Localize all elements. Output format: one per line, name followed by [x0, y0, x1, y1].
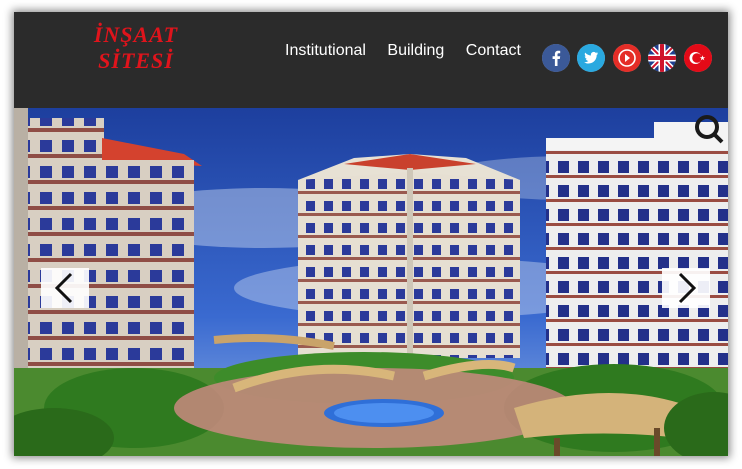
search-icon[interactable]	[694, 114, 724, 144]
chevron-right-icon	[678, 272, 697, 304]
logo-line-2: SİTESİ	[98, 48, 174, 73]
slider-prev-button[interactable]	[41, 268, 89, 308]
facebook-icon[interactable]	[542, 44, 570, 72]
youtube-icon[interactable]	[612, 44, 641, 72]
nav-contact[interactable]: Contact	[466, 42, 521, 59]
site-logo[interactable]: İNŞAAT SİTESİ	[86, 22, 186, 74]
site-header: İNŞAAT SİTESİ Institutional Building Con…	[14, 12, 728, 108]
page-frame: İNŞAAT SİTESİ Institutional Building Con…	[14, 12, 728, 456]
hero-slider	[14, 108, 728, 456]
hero-image	[14, 108, 728, 456]
social-links	[542, 44, 715, 72]
slider-next-button[interactable]	[662, 268, 710, 308]
nav-institutional[interactable]: Institutional	[285, 42, 366, 59]
twitter-icon[interactable]	[577, 44, 606, 72]
logo-line-1: İNŞAAT	[93, 22, 179, 47]
uk-flag-icon[interactable]	[648, 44, 677, 72]
turkey-flag-icon[interactable]	[683, 44, 712, 72]
chevron-left-icon	[54, 272, 73, 304]
main-nav: Institutional Building Contact	[285, 42, 538, 60]
nav-building[interactable]: Building	[387, 42, 444, 59]
